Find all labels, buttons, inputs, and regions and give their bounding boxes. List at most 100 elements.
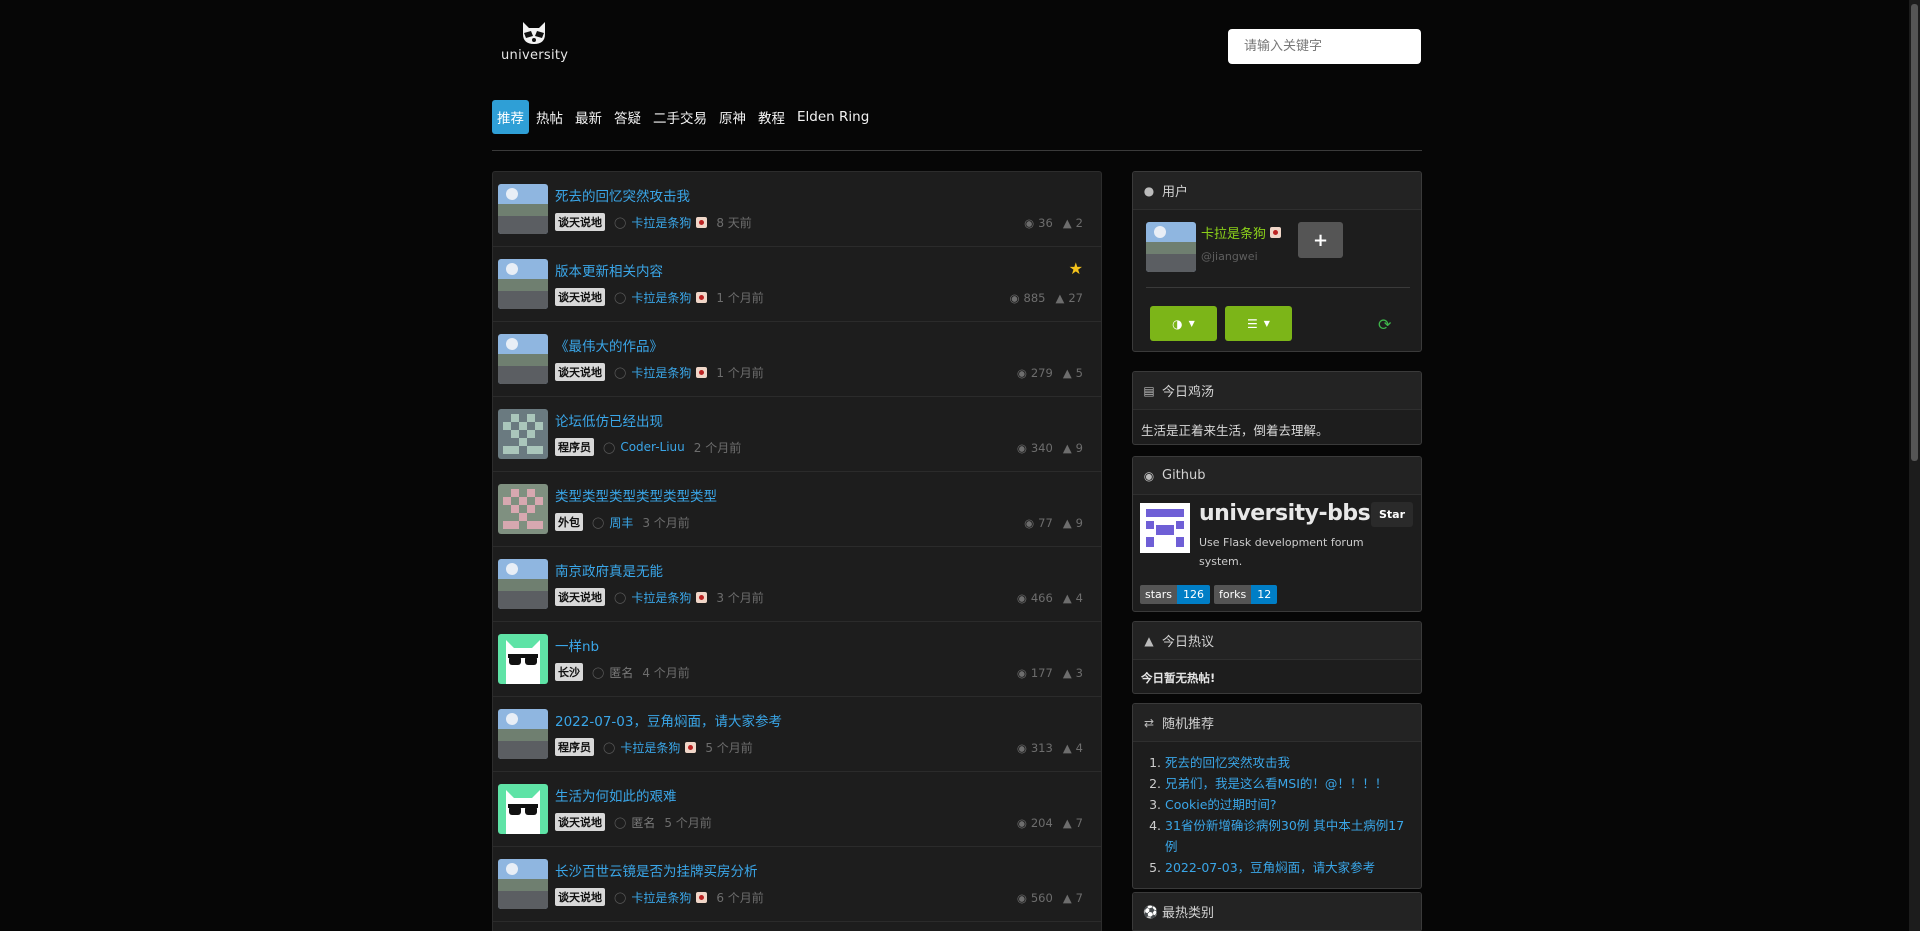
view-count: 177 bbox=[1030, 666, 1053, 680]
view-count: 313 bbox=[1030, 741, 1053, 755]
page-scrollbar[interactable] bbox=[1909, 0, 1920, 931]
hot-panel: ▲ 今日热议 今日暂无热帖! bbox=[1132, 621, 1422, 694]
post-row: 《最伟大的作品》 谈天说地 ◯ 卡拉是条狗 1 个月前 ◉ 279 ▲ 5 bbox=[493, 322, 1101, 397]
author-name: 周丰 bbox=[609, 515, 634, 530]
site-logo[interactable]: university bbox=[501, 20, 568, 63]
post-tag[interactable]: 谈天说地 bbox=[555, 213, 605, 231]
nav-item[interactable]: 热帖 bbox=[531, 100, 568, 134]
post-tag[interactable]: 长沙 bbox=[555, 663, 583, 681]
refresh-icon[interactable]: ⟳ bbox=[1378, 315, 1391, 334]
user-avatar[interactable] bbox=[1146, 222, 1196, 272]
post-title[interactable]: 一样nb bbox=[555, 635, 599, 655]
post-title[interactable]: 生活为何如此的艰难 bbox=[555, 785, 677, 805]
post-title[interactable]: 类型类型类型类型类型类型 bbox=[555, 485, 717, 505]
post-time: 5 个月前 bbox=[664, 815, 712, 830]
author-name: 匿名 bbox=[609, 665, 634, 680]
author-avatar[interactable] bbox=[498, 334, 548, 384]
post-tag[interactable]: 程序员 bbox=[555, 738, 594, 756]
post-title[interactable]: 长沙百世云镜是否为挂牌买房分析 bbox=[555, 860, 758, 880]
post-author[interactable]: ◯ 卡拉是条狗 bbox=[614, 889, 708, 906]
category-nav: 推荐 热帖 最新 答疑 二手交易 原神 教程 Elden Ring bbox=[492, 100, 874, 134]
author-avatar[interactable] bbox=[498, 259, 548, 309]
author-avatar[interactable] bbox=[498, 859, 548, 909]
avatar-emoji-icon bbox=[696, 291, 708, 303]
nav-item[interactable]: 答疑 bbox=[609, 100, 646, 134]
author-avatar[interactable] bbox=[498, 634, 548, 684]
star-button[interactable]: Star bbox=[1370, 502, 1413, 527]
post-tag[interactable]: 谈天说地 bbox=[555, 888, 605, 906]
post-tag[interactable]: 谈天说地 bbox=[555, 588, 605, 606]
post-title[interactable]: 2022-07-03，豆角焖面，请大家参考 bbox=[555, 710, 782, 730]
random-item: 兄弟们，我是这么看MSI的！@！！！！ bbox=[1165, 773, 1413, 794]
repo-name[interactable]: university-bbs bbox=[1199, 501, 1371, 526]
post-author[interactable]: ◯ 卡拉是条狗 bbox=[614, 589, 708, 606]
comment-count: 4 bbox=[1075, 591, 1083, 605]
post-author[interactable]: ◯ 卡拉是条狗 bbox=[614, 214, 708, 231]
nav-item[interactable]: 原神 bbox=[714, 100, 751, 134]
nav-item[interactable]: 二手交易 bbox=[648, 100, 712, 134]
eye-icon: ◉ bbox=[1016, 441, 1027, 455]
random-item-link[interactable]: 兄弟们，我是这么看MSI的！@！！！！ bbox=[1165, 776, 1387, 791]
user-divider bbox=[1146, 287, 1410, 288]
view-count: 279 bbox=[1030, 366, 1053, 380]
stars-badge[interactable]: stars 126 bbox=[1140, 585, 1211, 604]
repo-description: Use Flask development forum system. bbox=[1199, 536, 1364, 568]
comment-icon: ▲ bbox=[1062, 366, 1072, 380]
post-tag[interactable]: 谈天说地 bbox=[555, 288, 605, 306]
post-title[interactable]: 版本更新相关内容 bbox=[555, 260, 663, 280]
quote-text: 生活是正着来生活，倒着去理解。 bbox=[1141, 423, 1329, 438]
user-panel-header: ● 用户 bbox=[1133, 172, 1421, 210]
user-icon: ● bbox=[1143, 183, 1155, 198]
hot-panel-title: 今日热议 bbox=[1162, 635, 1215, 650]
eye-icon: ◉ bbox=[1024, 516, 1035, 530]
post-title[interactable]: 《最伟大的作品》 bbox=[555, 335, 663, 355]
post-title[interactable]: 论坛低仿已经出现 bbox=[555, 410, 663, 430]
comment-icon: ▲ bbox=[1055, 291, 1065, 305]
random-item-link[interactable]: 2022-07-03，豆角焖面，请大家参考 bbox=[1165, 860, 1375, 875]
add-post-button[interactable]: + bbox=[1298, 222, 1343, 258]
post-row: 2022-07-03，豆角焖面，请大家参考 程序员 ◯ 卡拉是条狗 5 个月前 ◉ 313 ▲… bbox=[493, 697, 1101, 772]
post-author[interactable]: ◯ 卡拉是条狗 bbox=[603, 739, 697, 756]
post-author[interactable]: ◯ 周丰 bbox=[592, 514, 633, 531]
post-time: 2 个月前 bbox=[693, 440, 742, 455]
view-count: 560 bbox=[1030, 891, 1053, 905]
repo-identicon[interactable] bbox=[1140, 503, 1190, 553]
forks-badge[interactable]: forks 12 bbox=[1214, 585, 1278, 604]
comment-icon: ▲ bbox=[1062, 216, 1072, 230]
post-author[interactable]: ◯ Coder-Liuu bbox=[603, 440, 685, 454]
nav-item[interactable]: 推荐 bbox=[492, 100, 529, 134]
post-tag[interactable]: 谈天说地 bbox=[555, 363, 605, 381]
nav-item[interactable]: 教程 bbox=[753, 100, 790, 134]
random-item-link[interactable]: 31省份新增确诊病例30例 其中本土病例17例 bbox=[1165, 818, 1404, 854]
dashboard-dropdown-button[interactable]: ◑ ▼ bbox=[1150, 306, 1217, 341]
post-title[interactable]: 南京政府真是无能 bbox=[555, 560, 663, 580]
author-avatar[interactable] bbox=[498, 184, 548, 234]
author-name: 卡拉是条狗 bbox=[631, 590, 692, 605]
post-time: 1 个月前 bbox=[716, 365, 764, 380]
list-dropdown-button[interactable]: ☰ ▼ bbox=[1225, 306, 1292, 341]
nav-divider bbox=[492, 150, 1422, 151]
author-avatar[interactable] bbox=[498, 484, 548, 534]
user-icon: ◯ bbox=[603, 440, 616, 454]
random-item-link[interactable]: Cookie的过期时间? bbox=[1165, 797, 1277, 812]
post-author[interactable]: ◯ 卡拉是条狗 bbox=[614, 364, 708, 381]
quote-panel-header: ▤ 今日鸡汤 bbox=[1133, 372, 1421, 410]
nav-item[interactable]: 最新 bbox=[570, 100, 607, 134]
post-row: 南京政府真是无能 谈天说地 ◯ 卡拉是条狗 3 个月前 ◉ 466 ▲ 4 bbox=[493, 547, 1101, 622]
caret-down-icon: ▼ bbox=[1188, 319, 1195, 328]
author-avatar[interactable] bbox=[498, 784, 548, 834]
post-tag[interactable]: 程序员 bbox=[555, 438, 594, 456]
author-avatar[interactable] bbox=[498, 559, 548, 609]
author-avatar[interactable] bbox=[498, 409, 548, 459]
random-item-link[interactable]: 死去的回忆突然攻击我 bbox=[1165, 755, 1290, 770]
post-title[interactable]: 死去的回忆突然攻击我 bbox=[555, 185, 690, 205]
author-avatar[interactable] bbox=[498, 709, 548, 759]
user-name[interactable]: 卡拉是条狗 bbox=[1201, 223, 1282, 242]
user-icon: ◯ bbox=[592, 515, 605, 529]
search-input[interactable] bbox=[1228, 29, 1421, 64]
nav-item[interactable]: Elden Ring bbox=[792, 102, 874, 132]
scrollbar-thumb[interactable] bbox=[1911, 4, 1918, 461]
post-tag[interactable]: 谈天说地 bbox=[555, 813, 605, 831]
post-tag[interactable]: 外包 bbox=[555, 513, 583, 531]
post-author[interactable]: ◯ 卡拉是条狗 bbox=[614, 289, 708, 306]
